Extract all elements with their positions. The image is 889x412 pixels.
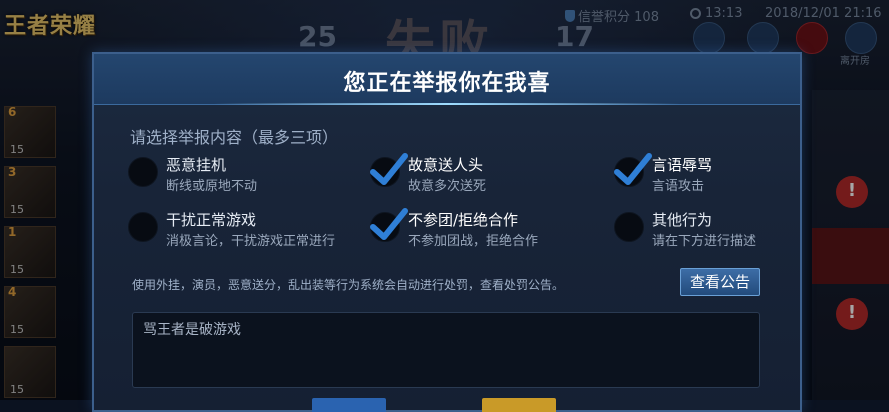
checkmark-icon bbox=[614, 153, 652, 185]
checkbox[interactable] bbox=[614, 153, 652, 187]
checkbox[interactable] bbox=[128, 212, 158, 242]
option-disrupt-game[interactable]: 干扰正常游戏 消极言论，干扰游戏正常进行 bbox=[128, 209, 348, 249]
submit-button[interactable] bbox=[482, 398, 556, 412]
option-afk[interactable]: 恶意挂机 断线或原地不动 bbox=[128, 154, 348, 194]
option-subtitle: 言语攻击 bbox=[652, 179, 705, 194]
penalty-notice: 使用外挂，演员，恶意送分，乱出装等行为系统会自动进行处罚，查看处罚公告。 bbox=[132, 278, 565, 292]
option-no-teamwork[interactable]: 不参团/拒绝合作 不参加团战，拒绝合作 bbox=[370, 208, 590, 249]
cancel-button[interactable] bbox=[312, 398, 386, 412]
option-title: 不参团/拒绝合作 bbox=[408, 211, 519, 229]
checkbox[interactable] bbox=[614, 212, 644, 242]
dialog-title: 您正在举报你在我喜 bbox=[343, 71, 551, 96]
option-title: 其他行为 bbox=[652, 211, 713, 229]
option-subtitle: 断线或原地不动 bbox=[166, 179, 258, 194]
option-title: 恶意挂机 bbox=[166, 156, 227, 174]
report-prompt: 请选择举报内容（最多三项） bbox=[130, 128, 339, 147]
option-subtitle: 消极言论，干扰游戏正常进行 bbox=[166, 234, 336, 249]
option-subtitle: 请在下方进行描述 bbox=[652, 234, 757, 249]
option-other[interactable]: 其他行为 请在下方进行描述 bbox=[614, 209, 834, 249]
checkbox[interactable] bbox=[128, 157, 158, 187]
report-dialog: 您正在举报你在我喜 请选择举报内容（最多三项） 恶意挂机 断线或原地不动 故意送… bbox=[92, 52, 802, 412]
option-subtitle: 故意多次送死 bbox=[408, 179, 487, 194]
checkmark-icon bbox=[370, 208, 408, 240]
option-title: 言语辱骂 bbox=[652, 156, 713, 174]
view-notice-button[interactable]: 查看公告 bbox=[680, 268, 760, 296]
checkbox[interactable] bbox=[370, 153, 408, 187]
checkbox[interactable] bbox=[370, 208, 408, 242]
option-feeding[interactable]: 故意送人头 故意多次送死 bbox=[370, 153, 590, 194]
option-subtitle: 不参加团战，拒绝合作 bbox=[408, 234, 539, 249]
option-verbal-abuse[interactable]: 言语辱骂 言语攻击 bbox=[614, 153, 834, 194]
option-title: 干扰正常游戏 bbox=[166, 211, 257, 229]
checkmark-icon bbox=[370, 153, 408, 185]
description-input[interactable]: 骂王者是破游戏 bbox=[132, 312, 760, 388]
dialog-header: 您正在举报你在我喜 bbox=[94, 54, 800, 105]
option-title: 故意送人头 bbox=[408, 156, 484, 174]
